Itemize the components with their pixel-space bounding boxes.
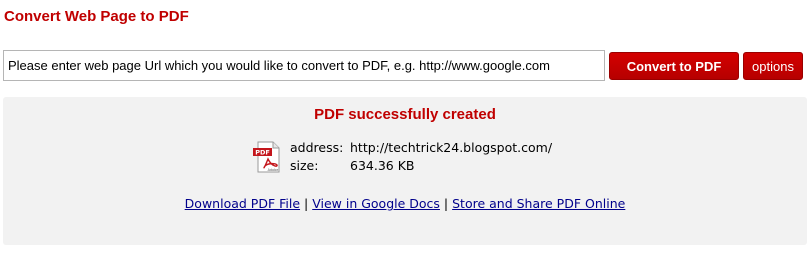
store-and-share-pdf-link[interactable]: Store and Share PDF Online bbox=[452, 196, 625, 211]
options-button[interactable]: options bbox=[743, 52, 803, 80]
download-pdf-link[interactable]: Download PDF File bbox=[185, 196, 300, 211]
result-panel: PDF successfully created PDF Adobe addre… bbox=[3, 97, 807, 245]
view-in-google-docs-link[interactable]: View in Google Docs bbox=[312, 196, 440, 211]
svg-text:Adobe: Adobe bbox=[268, 168, 279, 172]
size-row: size: 634.36 KB bbox=[290, 158, 414, 173]
convert-to-pdf-button[interactable]: Convert to PDF bbox=[609, 52, 739, 80]
svg-text:PDF: PDF bbox=[255, 149, 270, 157]
size-value: 634.36 KB bbox=[350, 158, 415, 173]
size-label: size: bbox=[290, 158, 319, 173]
link-separator: | bbox=[304, 196, 309, 211]
result-heading: PDF successfully created bbox=[314, 106, 496, 123]
url-input[interactable] bbox=[3, 50, 605, 81]
address-label: address: bbox=[290, 140, 344, 155]
address-value: http://techtrick24.blogspot.com/ bbox=[350, 140, 553, 155]
address-row: address: http://techtrick24.blogspot.com/ bbox=[290, 140, 552, 155]
pdf-file-icon: PDF Adobe bbox=[253, 141, 280, 173]
page-title: Convert Web Page to PDF bbox=[4, 8, 189, 25]
result-links: Download PDF File | View in Google Docs … bbox=[3, 196, 807, 211]
link-separator: | bbox=[443, 196, 449, 211]
